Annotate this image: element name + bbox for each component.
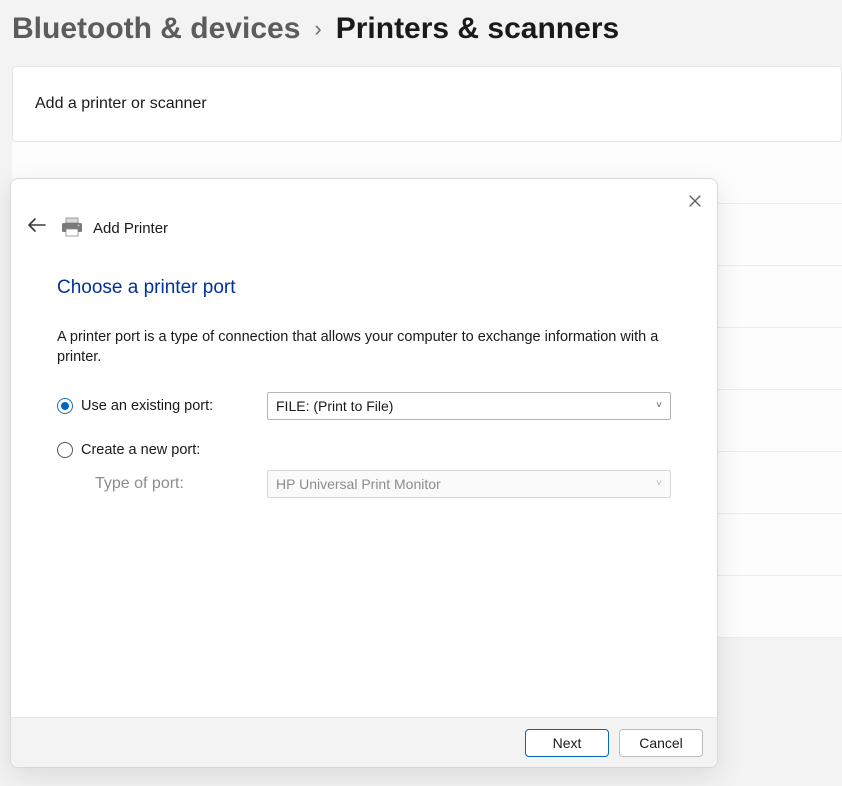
- back-arrow-icon[interactable]: [25, 213, 49, 237]
- add-printer-wizard: Add Printer Choose a printer port A prin…: [10, 178, 718, 768]
- new-port-radio-group: Create a new port:: [57, 442, 267, 458]
- new-port-label[interactable]: Create a new port:: [81, 442, 200, 458]
- port-type-label: Type of port:: [95, 475, 184, 493]
- existing-port-row: Use an existing port: FILE: (Print to Fi…: [57, 392, 671, 420]
- existing-port-radio-group: Use an existing port:: [57, 398, 267, 414]
- wizard-body: Choose a printer port A printer port is …: [11, 237, 717, 717]
- chevron-down-icon: ˅: [656, 478, 662, 489]
- wizard-title: Add Printer: [93, 220, 168, 237]
- existing-port-radio[interactable]: [57, 398, 73, 414]
- cancel-button[interactable]: Cancel: [619, 729, 703, 757]
- chevron-down-icon: ˅: [656, 400, 662, 411]
- wizard-header: Add Printer: [11, 179, 717, 237]
- existing-port-value: FILE: (Print to File): [276, 398, 393, 414]
- port-type-value: HP Universal Print Monitor: [276, 476, 441, 492]
- breadcrumb-current: Printers & scanners: [336, 12, 619, 46]
- breadcrumb-parent-link[interactable]: Bluetooth & devices: [12, 12, 300, 46]
- radio-dot-icon: [61, 402, 69, 410]
- port-type-row: Type of port: HP Universal Print Monitor…: [57, 470, 671, 498]
- new-port-row: Create a new port:: [57, 442, 671, 458]
- next-button[interactable]: Next: [525, 729, 609, 757]
- breadcrumb: Bluetooth & devices › Printers & scanner…: [0, 0, 842, 66]
- port-type-label-col: Type of port:: [57, 475, 267, 493]
- port-type-select: HP Universal Print Monitor ˅: [267, 470, 671, 498]
- existing-port-select[interactable]: FILE: (Print to File) ˅: [267, 392, 671, 420]
- wizard-heading: Choose a printer port: [57, 277, 671, 299]
- existing-port-label[interactable]: Use an existing port:: [81, 398, 213, 414]
- wizard-footer: Next Cancel: [11, 717, 717, 767]
- section-heading: Add a printer or scanner: [35, 95, 207, 112]
- close-icon[interactable]: [685, 191, 705, 211]
- printer-icon: [61, 217, 83, 237]
- new-port-radio[interactable]: [57, 442, 73, 458]
- chevron-right-icon: ›: [314, 16, 321, 42]
- wizard-description: A printer port is a type of connection t…: [57, 327, 671, 368]
- add-printer-section: Add a printer or scanner: [12, 66, 842, 142]
